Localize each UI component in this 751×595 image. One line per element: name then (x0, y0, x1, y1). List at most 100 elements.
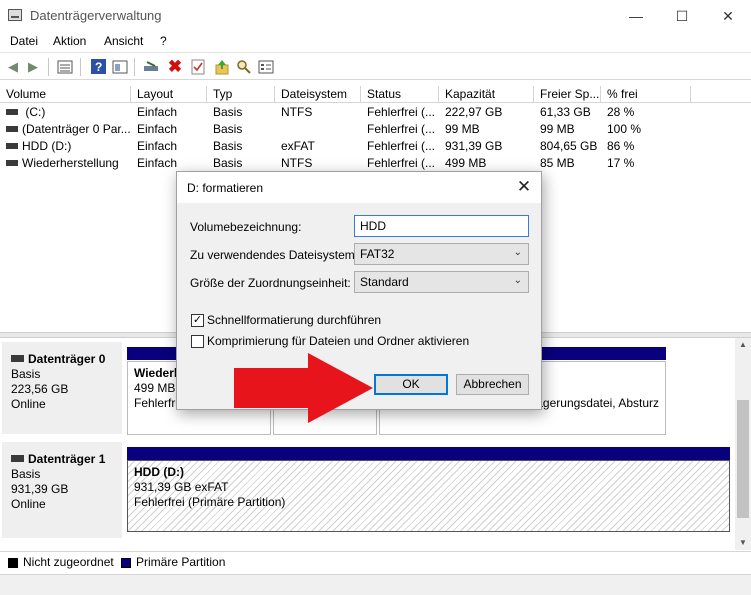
compression-label: Komprimierung für Dateien und Ordner akt… (207, 334, 470, 348)
title-bar: Datenträgerverwaltung — ☐ ✕ (0, 0, 751, 32)
menu-ansicht[interactable]: Ansicht (104, 34, 143, 48)
cancel-button[interactable]: Abbrechen (456, 374, 529, 395)
compression-checkbox[interactable] (191, 335, 204, 348)
toolbar-separator (80, 58, 81, 76)
quick-format-checkbox[interactable]: ✓ (191, 314, 204, 327)
disk-1-state: Online (11, 497, 46, 511)
table-row[interactable]: (C:) Einfach Basis NTFS Fehlerfrei (... … (0, 104, 751, 121)
window-title: Datenträgerverwaltung (30, 8, 162, 23)
cell-status: Fehlerfrei (... (367, 139, 436, 153)
column-filesystem[interactable]: Dateisystem (275, 86, 361, 103)
cell-layout: Einfach (137, 122, 178, 136)
cell-capacity: 99 MB (445, 122, 480, 136)
scrollbar-thumb[interactable] (737, 400, 749, 518)
volume-list-header: Volume Layout Typ Dateisystem Status Kap… (0, 86, 751, 103)
scroll-up-icon[interactable]: ▲ (735, 338, 751, 352)
filesystem-select[interactable]: FAT32 ⌄ (354, 243, 529, 265)
scroll-down-icon[interactable]: ▼ (735, 536, 751, 550)
disk-0-name: Datenträger 0 (28, 352, 106, 366)
svg-text:?: ? (95, 60, 102, 74)
cell-type: Basis (213, 156, 243, 170)
allocation-unit-selected-value: Standard (360, 275, 409, 289)
cell-volume: Wiederherstellung (0, 155, 131, 172)
column-type[interactable]: Typ (207, 86, 275, 103)
column-percent-free[interactable]: % frei (601, 86, 691, 103)
back-arrow-icon[interactable]: ◀ (4, 58, 22, 75)
cell-percent-free: 28 % (607, 105, 635, 119)
up-folder-icon[interactable] (213, 58, 231, 75)
forward-arrow-icon[interactable]: ▶ (24, 58, 42, 75)
partition-status: Fehlerfrei (Primäre Partition) (134, 495, 286, 509)
drive-icon (6, 142, 18, 149)
panel-view-icon[interactable] (111, 58, 129, 75)
column-capacity[interactable]: Kapazität (439, 86, 534, 103)
drive-icon (11, 455, 24, 463)
disk-management-window: Datenträgerverwaltung — ☐ ✕ Datei Aktion… (0, 0, 751, 595)
cell-filesystem (275, 121, 361, 138)
minimize-button[interactable]: — (613, 0, 659, 32)
legend-unallocated-swatch (8, 558, 18, 568)
cell-volume: (C:) (0, 104, 131, 121)
cell-filesystem: NTFS (281, 105, 313, 119)
dialog-title: D: formatieren (187, 181, 264, 195)
table-row[interactable]: (Datenträger 0 Par... Einfach Basis Fehl… (0, 121, 751, 138)
legend-primary-swatch (121, 558, 131, 568)
toolbar-separator (48, 58, 49, 76)
menu-bar: Datei Aktion Ansicht ? (0, 32, 751, 52)
column-status[interactable]: Status (361, 86, 439, 103)
cell-layout: Einfach (137, 156, 178, 170)
menu-help[interactable]: ? (160, 34, 167, 48)
column-volume[interactable]: Volume (0, 86, 131, 103)
dialog-close-icon[interactable]: ✕ (513, 177, 535, 199)
drive-icon (6, 108, 18, 115)
cell-free-space: 61,33 GB (540, 105, 591, 119)
ok-button[interactable]: OK (374, 374, 448, 395)
properties-list-icon[interactable] (56, 58, 74, 75)
disk-0-state: Online (11, 397, 46, 411)
legend-primary-label: Primäre Partition (136, 555, 226, 569)
cell-status: Fehlerfrei (... (367, 156, 436, 170)
volume-label-input[interactable]: HDD (354, 215, 529, 237)
volume-label-caption: Volumebezeichnung: (190, 220, 302, 234)
partition-name: HDD (D:) (134, 465, 184, 479)
delete-icon[interactable]: ✖ (166, 57, 184, 76)
maximize-button[interactable]: ☐ (659, 0, 705, 32)
disk-0-label[interactable]: Datenträger 0 Basis 223,56 GB Online (2, 342, 122, 434)
close-button[interactable]: ✕ (705, 0, 751, 32)
filesystem-selected-value: FAT32 (360, 247, 395, 261)
allocation-unit-caption: Größe der Zuordnungseinheit: (190, 276, 351, 290)
cell-filesystem: NTFS (281, 156, 313, 170)
table-row[interactable]: Wiederherstellung Einfach Basis NTFS Feh… (0, 155, 751, 172)
menu-aktion[interactable]: Aktion (53, 34, 86, 48)
connect-drive-icon[interactable] (142, 58, 160, 75)
menu-datei[interactable]: Datei (10, 34, 38, 48)
disk-management-app-icon (8, 9, 22, 21)
disk-1-label[interactable]: Datenträger 1 Basis 931,39 GB Online (2, 442, 122, 538)
cell-type: Basis (213, 139, 243, 153)
disk-1-type: Basis (11, 467, 41, 481)
disk-0-type: Basis (11, 367, 41, 381)
partition-size: 931,39 GB exFAT (134, 480, 229, 494)
cell-percent-free: 17 % (607, 156, 635, 170)
cell-layout: Einfach (137, 139, 178, 153)
cell-layout: Einfach (137, 105, 178, 119)
cell-volume: HDD (D:) (0, 138, 131, 155)
column-free-space[interactable]: Freier Sp... (534, 86, 601, 103)
chevron-down-icon: ⌄ (513, 247, 522, 258)
search-disk-icon[interactable] (235, 58, 253, 75)
settings-list-icon[interactable] (257, 58, 275, 75)
filesystem-caption: Zu verwendendes Dateisystem: (190, 248, 359, 262)
column-layout[interactable]: Layout (131, 86, 207, 103)
check-icon[interactable] (189, 58, 207, 75)
disk-1-partition-hdd[interactable]: HDD (D:) 931,39 GB exFAT Fehlerfrei (Pri… (127, 460, 730, 532)
disk-1-size: 931,39 GB (11, 482, 69, 496)
chevron-down-icon: ⌄ (513, 275, 522, 286)
cell-free-space: 99 MB (540, 122, 575, 136)
status-bar (0, 574, 751, 595)
allocation-unit-select[interactable]: Standard ⌄ (354, 271, 529, 293)
help-icon[interactable]: ? (89, 58, 107, 75)
table-row[interactable]: HDD (D:) Einfach Basis exFAT Fehlerfrei … (0, 138, 751, 155)
disk-1-partition-bar (127, 447, 730, 460)
disk-0-title: Datenträger 0 (11, 352, 122, 367)
drive-icon (11, 355, 24, 363)
